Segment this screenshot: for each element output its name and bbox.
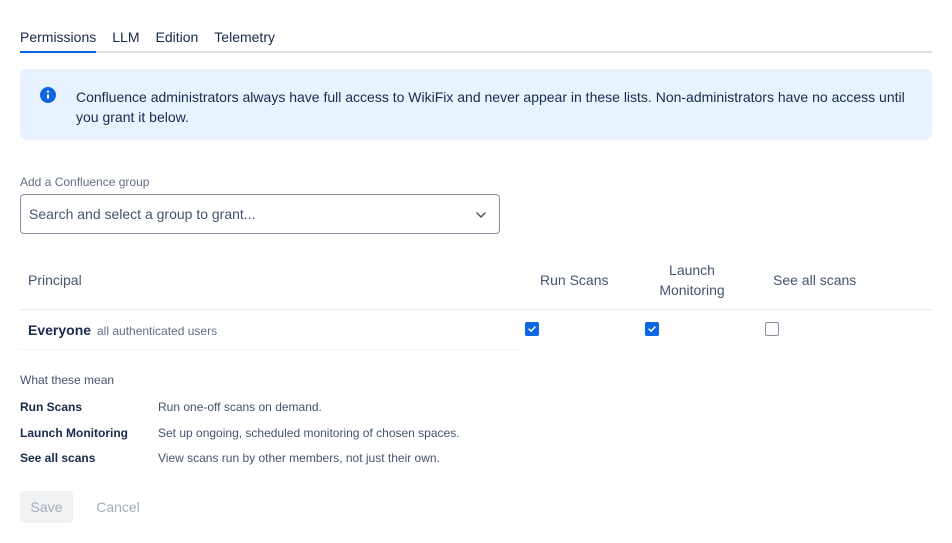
column-header-launch-monitoring: Launch Monitoring <box>640 260 744 300</box>
table-row-divider <box>20 349 520 350</box>
chevron-down-icon <box>476 212 486 218</box>
column-header-launch-monitoring-line1: Launch <box>669 262 715 278</box>
run-scans-checkbox[interactable] <box>525 322 539 336</box>
group-select[interactable]: Search and select a group to grant... <box>20 194 500 234</box>
group-select-placeholder: Search and select a group to grant... <box>29 206 256 222</box>
column-header-see-all-scans: See all scans <box>773 272 857 288</box>
check-icon <box>528 326 536 332</box>
info-banner: Confluence administrators always have fu… <box>20 69 932 140</box>
cancel-button[interactable]: Cancel <box>87 491 149 523</box>
column-header-launch-monitoring-line2: Monitoring <box>659 282 725 298</box>
info-banner-text: Confluence administrators always have fu… <box>76 89 905 125</box>
tab-edition[interactable]: Edition <box>155 28 198 51</box>
see-all-scans-checkbox[interactable] <box>765 322 779 336</box>
legend-desc-launch-monitoring: Set up ongoing, scheduled monitoring of … <box>158 426 460 440</box>
settings-tabs: Permissions LLM Edition Telemetry <box>20 28 932 53</box>
legend-desc-run-scans: Run one-off scans on demand. <box>158 400 322 414</box>
group-picker-label: Add a Confluence group <box>20 175 150 189</box>
launch-monitoring-checkbox[interactable] <box>645 322 659 336</box>
principal-name: Everyone <box>28 322 92 338</box>
legend-desc-see-all-scans: View scans run by other members, not jus… <box>158 451 440 465</box>
tab-permissions[interactable]: Permissions <box>20 28 97 53</box>
table-header-divider <box>20 309 932 310</box>
legend-term-launch-monitoring: Launch Monitoring <box>20 426 128 440</box>
legend-title: What these mean <box>20 373 115 387</box>
info-icon <box>40 87 56 103</box>
column-header-principal: Principal <box>28 272 82 288</box>
check-icon <box>648 326 656 332</box>
tab-telemetry[interactable]: Telemetry <box>214 28 275 51</box>
legend-term-see-all-scans: See all scans <box>20 451 96 465</box>
column-header-run-scans: Run Scans <box>540 272 609 288</box>
save-button[interactable]: Save <box>20 491 73 523</box>
legend-term-run-scans: Run Scans <box>20 400 83 414</box>
principal-description: all authenticated users <box>97 324 218 338</box>
tab-llm[interactable]: LLM <box>112 28 139 51</box>
